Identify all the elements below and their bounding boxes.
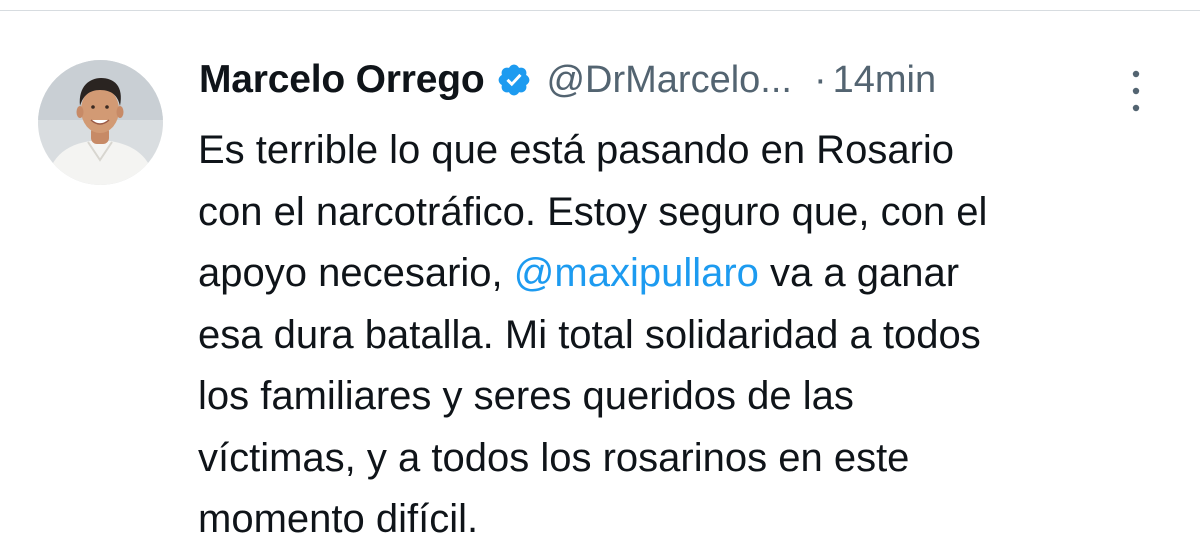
author-handle[interactable]: @DrMarcelo...: [546, 59, 792, 102]
tweet-text-line: apoyo necesario, @maxipullaro va a ganar: [198, 243, 1158, 305]
more-options-icon[interactable]: [1123, 66, 1149, 116]
tweet-card[interactable]: Marcelo Orrego @DrMarcelo... · 14min Es …: [0, 12, 1200, 560]
tweet-text-line: momento difícil.: [198, 497, 479, 541]
tweet-text-segment: apoyo necesario,: [198, 251, 514, 295]
tweet-text-line: con el narcotráfico. Estoy seguro que, c…: [198, 189, 988, 234]
avatar-image: [38, 60, 163, 185]
verified-badge-icon: [496, 62, 532, 98]
separator-dot: ·: [813, 58, 827, 101]
author-name[interactable]: Marcelo Orrego: [199, 58, 485, 102]
tweet-text-line: los familiares y seres queridos de las: [198, 374, 854, 418]
mention-link[interactable]: @maxipullaro: [514, 251, 759, 295]
timestamp[interactable]: 14min: [833, 59, 937, 102]
tweet-text-segment: va a ganar: [758, 251, 960, 295]
tweet-text: Es terrible lo que está pasando en Rosar…: [198, 120, 1158, 551]
top-divider: [0, 0, 1200, 11]
tweet-header: Marcelo Orrego @DrMarcelo... · 14min: [199, 52, 936, 108]
tweet-text-line: esa dura batalla. Mi total solidaridad a…: [198, 312, 981, 357]
tweet-text-line: Es terrible lo que está pasando en Rosar…: [198, 128, 955, 172]
author-avatar[interactable]: [38, 60, 163, 185]
tweet-text-line: víctimas, y a todos los rosarinos en est…: [198, 435, 910, 480]
